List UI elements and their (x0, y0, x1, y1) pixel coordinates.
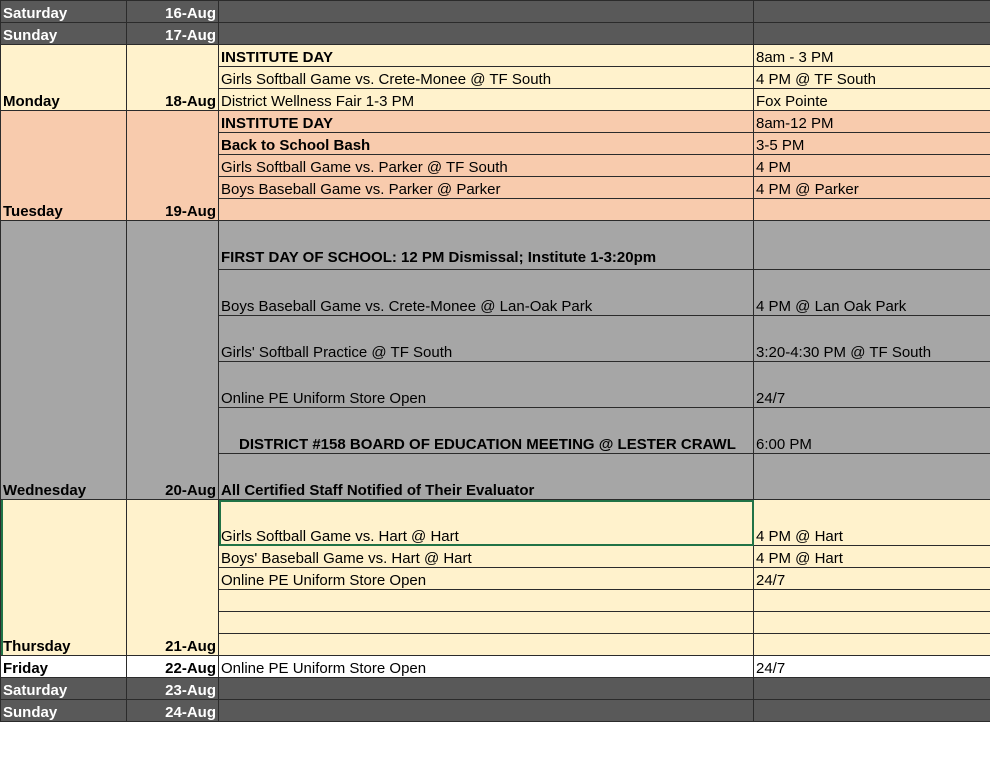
event-cell[interactable] (218, 22, 754, 45)
time-cell[interactable] (753, 220, 990, 270)
day-cell[interactable]: Sunday (0, 699, 127, 722)
time-cell[interactable]: 24/7 (753, 567, 990, 590)
table-row: Saturday 23-Aug (0, 677, 990, 700)
time-cell[interactable] (753, 589, 990, 612)
event-cell[interactable]: District Wellness Fair 1-3 PM (218, 88, 754, 111)
day-cell[interactable]: Sunday (0, 22, 127, 45)
table-row: Thursday 21-Aug Girls Softball Game vs. … (0, 499, 990, 656)
time-cell[interactable]: 4 PM @ Parker (753, 176, 990, 199)
day-cell[interactable]: Tuesday (0, 110, 127, 221)
event-cell[interactable] (218, 611, 754, 634)
time-cell[interactable] (753, 633, 990, 656)
day-cell[interactable]: Monday (0, 44, 127, 111)
day-cell[interactable]: Friday (0, 655, 127, 678)
event-cell[interactable] (218, 699, 754, 722)
time-cell[interactable]: 24/7 (753, 655, 990, 678)
event-cell[interactable]: Girls Softball Game vs. Crete-Monee @ TF… (218, 66, 754, 89)
time-cell[interactable]: 6:00 PM (753, 407, 990, 454)
calendar-spreadsheet: Saturday 16-Aug Sunday 17-Aug Monday 18-… (0, 0, 990, 722)
time-cell[interactable]: 8am-12 PM (753, 110, 990, 133)
time-cell[interactable]: 4 PM @ Hart (753, 499, 990, 546)
date-cell[interactable]: 24-Aug (126, 699, 219, 722)
day-cell[interactable]: Thursday (0, 499, 127, 656)
time-cell[interactable]: 24/7 (753, 361, 990, 408)
event-cell[interactable]: Boys Baseball Game vs. Crete-Monee @ Lan… (218, 269, 754, 316)
table-row: Sunday 24-Aug (0, 699, 990, 722)
table-row: Wednesday 20-Aug FIRST DAY OF SCHOOL: 12… (0, 220, 990, 500)
event-cell[interactable] (218, 0, 754, 23)
time-cell[interactable]: Fox Pointe (753, 88, 990, 111)
date-cell[interactable]: 19-Aug (126, 110, 219, 221)
time-cell[interactable] (753, 699, 990, 722)
event-cell[interactable]: Girls' Softball Practice @ TF South (218, 315, 754, 362)
time-cell[interactable] (753, 0, 990, 23)
table-row: Sunday 17-Aug (0, 22, 990, 45)
date-cell[interactable]: 18-Aug (126, 44, 219, 111)
event-cell[interactable]: INSTITUTE DAY (218, 110, 754, 133)
date-cell[interactable]: 20-Aug (126, 220, 219, 500)
event-cell[interactable] (218, 677, 754, 700)
date-cell[interactable]: 17-Aug (126, 22, 219, 45)
time-cell[interactable]: 4 PM @ Hart (753, 545, 990, 568)
time-cell[interactable]: 8am - 3 PM (753, 44, 990, 67)
time-cell[interactable]: 4 PM @ TF South (753, 66, 990, 89)
time-cell[interactable]: 4 PM (753, 154, 990, 177)
event-cell[interactable]: Online PE Uniform Store Open (218, 361, 754, 408)
event-cell[interactable] (218, 589, 754, 612)
day-cell[interactable]: Wednesday (0, 220, 127, 500)
event-cell[interactable]: Online PE Uniform Store Open (218, 655, 754, 678)
date-cell[interactable]: 22-Aug (126, 655, 219, 678)
date-cell[interactable]: 21-Aug (126, 499, 219, 656)
selected-cell[interactable]: Girls Softball Game vs. Hart @ Hart (218, 499, 754, 546)
event-cell[interactable]: Boys' Baseball Game vs. Hart @ Hart (218, 545, 754, 568)
event-cell[interactable]: DISTRICT #158 BOARD OF EDUCATION MEETING… (218, 407, 754, 454)
time-cell[interactable] (753, 453, 990, 500)
table-row: Tuesday 19-Aug INSTITUTE DAY 8am-12 PM (0, 110, 990, 221)
time-cell[interactable]: 3:20-4:30 PM @ TF South (753, 315, 990, 362)
event-cell[interactable]: Girls Softball Game vs. Parker @ TF Sout… (218, 154, 754, 177)
event-cell[interactable]: INSTITUTE DAY (218, 44, 754, 67)
event-cell[interactable] (218, 198, 754, 221)
date-cell[interactable]: 16-Aug (126, 0, 219, 23)
event-cell[interactable]: FIRST DAY OF SCHOOL: 12 PM Dismissal; In… (218, 220, 754, 270)
table-row: Monday 18-Aug INSTITUTE DAY 8am - 3 PM (0, 44, 990, 111)
day-cell[interactable]: Saturday (0, 0, 127, 23)
event-cell[interactable]: Back to School Bash (218, 132, 754, 155)
day-cell[interactable]: Saturday (0, 677, 127, 700)
time-cell[interactable]: 3-5 PM (753, 132, 990, 155)
time-cell[interactable] (753, 677, 990, 700)
time-cell[interactable] (753, 22, 990, 45)
time-cell[interactable]: 4 PM @ Lan Oak Park (753, 269, 990, 316)
event-cell[interactable]: All Certified Staff Notified of Their Ev… (218, 453, 754, 500)
event-cell[interactable]: Boys Baseball Game vs. Parker @ Parker (218, 176, 754, 199)
date-cell[interactable]: 23-Aug (126, 677, 219, 700)
time-cell[interactable] (753, 198, 990, 221)
table-row: Friday 22-Aug Online PE Uniform Store Op… (0, 655, 990, 678)
table-row: Saturday 16-Aug (0, 0, 990, 23)
event-cell[interactable]: Online PE Uniform Store Open (218, 567, 754, 590)
time-cell[interactable] (753, 611, 990, 634)
event-cell[interactable] (218, 633, 754, 656)
